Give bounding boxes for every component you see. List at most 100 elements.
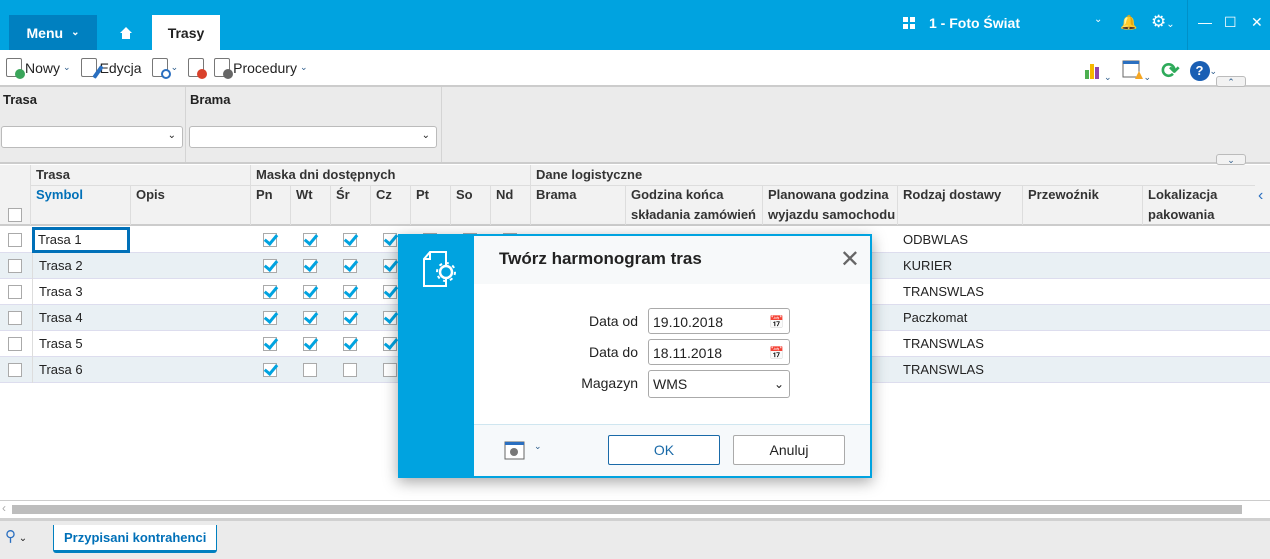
- group-logistics: Dane logistyczne: [530, 165, 1255, 186]
- column-header[interactable]: Przewoźnik: [1022, 185, 1142, 225]
- row-checkbox[interactable]: [8, 311, 22, 325]
- tab-trasy[interactable]: Trasy: [152, 15, 220, 50]
- close-icon[interactable]: ✕: [840, 245, 860, 274]
- day-checkbox[interactable]: [303, 311, 317, 325]
- home-tab[interactable]: [110, 15, 142, 50]
- column-header[interactable]: Rodzaj dostawy: [897, 185, 1022, 225]
- day-checkbox[interactable]: [263, 233, 277, 247]
- row-checkbox[interactable]: [8, 337, 22, 351]
- day-checkbox[interactable]: [343, 337, 357, 351]
- day-checkbox[interactable]: [343, 311, 357, 325]
- day-checkbox[interactable]: [303, 233, 317, 247]
- row-checkbox[interactable]: [8, 259, 22, 273]
- bell-icon[interactable]: 🔔: [1120, 14, 1137, 31]
- day-checkbox[interactable]: [343, 259, 357, 273]
- day-checkbox[interactable]: [383, 363, 397, 377]
- filter-trasa-select[interactable]: ⌄: [1, 126, 183, 148]
- refresh-icon[interactable]: ⟳: [1161, 58, 1179, 84]
- ok-button[interactable]: OK: [608, 435, 720, 465]
- scroll-left-icon[interactable]: ‹: [2, 501, 6, 515]
- grid-header: Trasa Maska dni dostępnych Dane logistyc…: [0, 165, 1270, 226]
- day-checkbox[interactable]: [383, 285, 397, 299]
- symbol-cell[interactable]: Trasa 5: [32, 331, 130, 357]
- maximize-icon[interactable]: ☐: [1224, 14, 1237, 31]
- scrollbar-thumb[interactable]: [12, 505, 1242, 514]
- column-header[interactable]: Brama: [530, 185, 625, 225]
- edit-icon: [80, 58, 104, 79]
- column-header[interactable]: Pt: [410, 185, 450, 225]
- column-header[interactable]: Nd: [490, 185, 530, 225]
- chevron-down-icon: ⌄: [773, 377, 784, 391]
- close-icon[interactable]: ✕: [1251, 14, 1263, 31]
- day-checkbox[interactable]: [383, 337, 397, 351]
- menu-button[interactable]: Menu ⌄: [9, 15, 97, 50]
- select-all-checkbox[interactable]: [8, 208, 22, 222]
- new-label: Nowy: [25, 59, 61, 76]
- calendar-icon[interactable]: 📅: [769, 340, 784, 366]
- row-checkbox[interactable]: [8, 233, 22, 247]
- company-selector[interactable]: 1 - Foto Świat: [903, 15, 1020, 31]
- column-header[interactable]: Cz: [370, 185, 410, 225]
- day-checkbox[interactable]: [343, 363, 357, 377]
- delete-icon: [188, 58, 208, 79]
- warehouse-select[interactable]: WMS ⌄: [648, 370, 790, 398]
- filter-brama-select[interactable]: ⌄: [189, 126, 437, 148]
- filter-brama-label: Brama: [190, 92, 231, 107]
- tab-assigned-contractors[interactable]: Przypisani kontrahenci: [53, 525, 218, 553]
- day-checkbox[interactable]: [263, 337, 277, 351]
- chart-icon[interactable]: ⌄: [1084, 60, 1112, 83]
- row-checkbox[interactable]: [8, 285, 22, 299]
- calendar-icon[interactable]: 📅: [769, 309, 784, 335]
- date-to-input[interactable]: 18.11.2018 📅: [648, 339, 790, 365]
- column-header[interactable]: Śr: [330, 185, 370, 225]
- expand-filters-button[interactable]: ⌄: [1216, 154, 1246, 165]
- column-header[interactable]: Planowana godzina wyjazdu samochodu: [762, 185, 897, 225]
- day-checkbox[interactable]: [383, 233, 397, 247]
- search-list-icon[interactable]: ⚲ ⌄: [5, 527, 27, 545]
- day-checkbox[interactable]: [303, 259, 317, 273]
- day-checkbox[interactable]: [303, 337, 317, 351]
- day-checkbox[interactable]: [263, 311, 277, 325]
- day-checkbox[interactable]: [343, 285, 357, 299]
- column-header[interactable]: So: [450, 185, 490, 225]
- day-checkbox[interactable]: [383, 311, 397, 325]
- column-header[interactable]: Wt: [290, 185, 330, 225]
- horizontal-scrollbar[interactable]: ‹: [0, 500, 1270, 516]
- filter-panel: Trasa ⌄ Brama ⌄: [0, 87, 1270, 164]
- day-checkbox[interactable]: [383, 259, 397, 273]
- cancel-button[interactable]: Anuluj: [733, 435, 845, 465]
- edit-button[interactable]: Edycja: [80, 58, 142, 79]
- day-checkbox[interactable]: [263, 285, 277, 299]
- column-header[interactable]: Opis: [130, 185, 250, 225]
- day-checkbox[interactable]: [303, 363, 317, 377]
- symbol-cell[interactable]: Trasa 6: [32, 357, 130, 383]
- delete-button[interactable]: [188, 58, 208, 79]
- row-checkbox[interactable]: [8, 363, 22, 377]
- company-dropdown-icon[interactable]: ⌄: [1094, 14, 1102, 25]
- scroll-columns-left-icon[interactable]: ‹: [1258, 187, 1263, 205]
- new-button[interactable]: Nowy ⌄: [6, 58, 71, 79]
- symbol-cell[interactable]: Trasa 1: [32, 227, 130, 253]
- dialog-settings-icon[interactable]: ⌄: [504, 441, 542, 464]
- symbol-cell[interactable]: Trasa 2: [32, 253, 130, 279]
- help-icon[interactable]: ? ⌄: [1189, 61, 1217, 81]
- symbol-cell[interactable]: Trasa 4: [32, 305, 130, 331]
- column-header[interactable]: Symbol: [30, 185, 130, 225]
- collapse-filters-button[interactable]: ⌃: [1216, 76, 1246, 87]
- document-gear-icon: [423, 251, 456, 287]
- minimize-icon[interactable]: —: [1198, 14, 1212, 30]
- delivery-type-cell: Paczkomat: [903, 310, 968, 325]
- day-checkbox[interactable]: [343, 233, 357, 247]
- gear-icon[interactable]: ⚙⌄: [1151, 12, 1175, 32]
- settings-warning-icon[interactable]: ⌄: [1122, 60, 1151, 83]
- column-header[interactable]: Pn: [250, 185, 290, 225]
- search-button[interactable]: ⌄: [151, 58, 178, 79]
- column-header[interactable]: Godzina końca składania zamówień: [625, 185, 762, 225]
- procedures-button[interactable]: Procedury ⌄: [214, 58, 308, 79]
- day-checkbox[interactable]: [263, 363, 277, 377]
- symbol-cell[interactable]: Trasa 3: [32, 279, 130, 305]
- day-checkbox[interactable]: [303, 285, 317, 299]
- day-checkbox[interactable]: [263, 259, 277, 273]
- date-from-input[interactable]: 19.10.2018 📅: [648, 308, 790, 334]
- column-header[interactable]: Lokalizacja pakowania: [1142, 185, 1255, 225]
